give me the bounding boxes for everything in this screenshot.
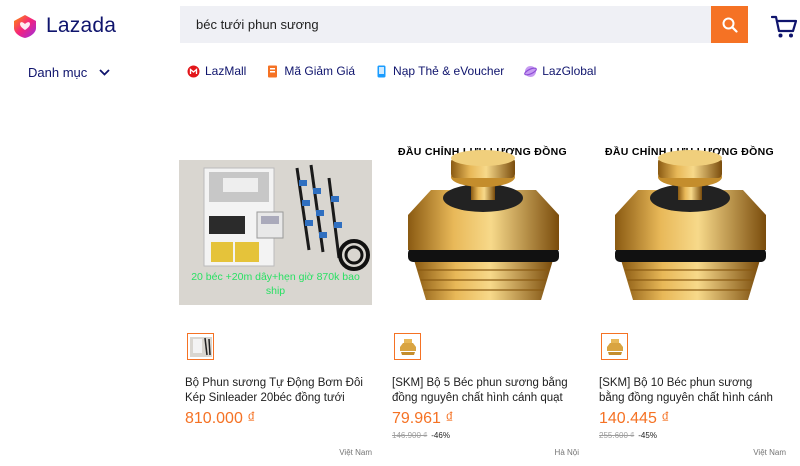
product-original-price: 255.600 ₫ -45% xyxy=(599,431,657,440)
discount-badge: -45% xyxy=(638,431,657,440)
thumbnail-image xyxy=(603,336,626,357)
brass-nozzle-photo xyxy=(408,150,559,300)
product-title[interactable]: [SKM] Bộ 10 Béc phun sương bằng đồng ngu… xyxy=(599,376,779,406)
discount-badge: -46% xyxy=(431,431,450,440)
nav-link-label: Nạp Thẻ & eVoucher xyxy=(393,64,505,78)
lazada-logo[interactable]: Lazada xyxy=(12,13,116,39)
product-title[interactable]: [SKM] Bộ 5 Béc phun sương bằng đồng nguy… xyxy=(392,376,572,406)
nav-links: LazMall Mã Giảm Giá Nạp Thẻ & eVoucher L… xyxy=(187,64,616,78)
category-label: Danh mục xyxy=(28,65,88,80)
topup-icon xyxy=(377,65,386,77)
thumbnail-image xyxy=(396,336,419,357)
search-bar xyxy=(180,6,748,43)
nav-bar: Danh mục LazMall Mã Giảm Giá Nạp Thẻ & e… xyxy=(0,60,800,86)
nav-link-topup[interactable]: Nạp Thẻ & eVoucher xyxy=(375,64,504,78)
product-price: 140.445 ₫ xyxy=(599,410,670,427)
logo-text: Lazada xyxy=(46,14,117,37)
product-image[interactable]: 20 béc +20m dây+hẹn giờ 870k bao ship xyxy=(179,160,372,305)
thumbnail-image xyxy=(189,336,212,357)
nav-link-label: LazMall xyxy=(205,64,247,78)
cart-icon[interactable] xyxy=(771,15,797,39)
product-image-caption: 20 béc +20m dây+hẹn giờ 870k bao ship xyxy=(191,271,360,297)
product-location: Việt Nam xyxy=(753,448,786,457)
original-price: 255.600 ₫ xyxy=(599,431,635,440)
product-grid: 20 béc +20m dây+hẹn giờ 870k bao ship Bộ… xyxy=(0,130,800,466)
category-menu[interactable]: Danh mục xyxy=(28,65,110,80)
lazmall-icon xyxy=(187,65,200,77)
product-original-price: 146.900 ₫ -46% xyxy=(392,431,450,440)
original-price: 146.900 ₫ xyxy=(392,431,428,440)
product-title[interactable]: Bộ Phun sương Tự Động Bơm Đôi Kép Sinlea… xyxy=(185,376,365,406)
product-thumbnail[interactable] xyxy=(394,333,421,360)
product-card[interactable]: ĐẦU CHỈNH LƯU LƯỢNG ĐỒNG xyxy=(386,130,579,466)
search-input[interactable] xyxy=(180,6,711,43)
nav-link-voucher[interactable]: Mã Giảm Giá xyxy=(266,64,355,78)
product-price: 810.000 ₫ xyxy=(185,410,256,427)
lazglobal-icon xyxy=(524,65,538,77)
nav-link-label: Mã Giảm Giá xyxy=(284,64,356,78)
nav-link-lazglobal[interactable]: LazGlobal xyxy=(524,64,596,78)
product-location: Việt Nam xyxy=(339,448,372,457)
product-image[interactable]: ĐẦU CHỈNH LƯU LƯỢNG ĐỒNG xyxy=(593,130,786,323)
product-location: Hà Nội xyxy=(554,448,579,457)
product-image[interactable]: ĐẦU CHỈNH LƯU LƯỢNG ĐỒNG xyxy=(386,130,579,323)
search-button[interactable] xyxy=(711,6,748,43)
header: Lazada xyxy=(0,0,800,50)
product-thumbnail[interactable] xyxy=(601,333,628,360)
product-thumbnail[interactable] xyxy=(187,333,214,360)
chevron-down-icon xyxy=(99,69,110,76)
lazada-heart-icon xyxy=(14,15,36,38)
product-price: 79.961 ₫ xyxy=(392,410,454,427)
nav-link-label: LazGlobal xyxy=(542,64,597,78)
product-card[interactable]: 20 béc +20m dây+hẹn giờ 870k bao ship Bộ… xyxy=(179,130,372,466)
product-card[interactable]: ĐẦU CHỈNH LƯU LƯỢNG ĐỒNG xyxy=(593,130,786,466)
nav-link-lazmall[interactable]: LazMall xyxy=(187,64,246,78)
brass-nozzle-photo xyxy=(615,150,766,300)
search-icon xyxy=(722,17,738,33)
voucher-icon xyxy=(268,65,278,77)
